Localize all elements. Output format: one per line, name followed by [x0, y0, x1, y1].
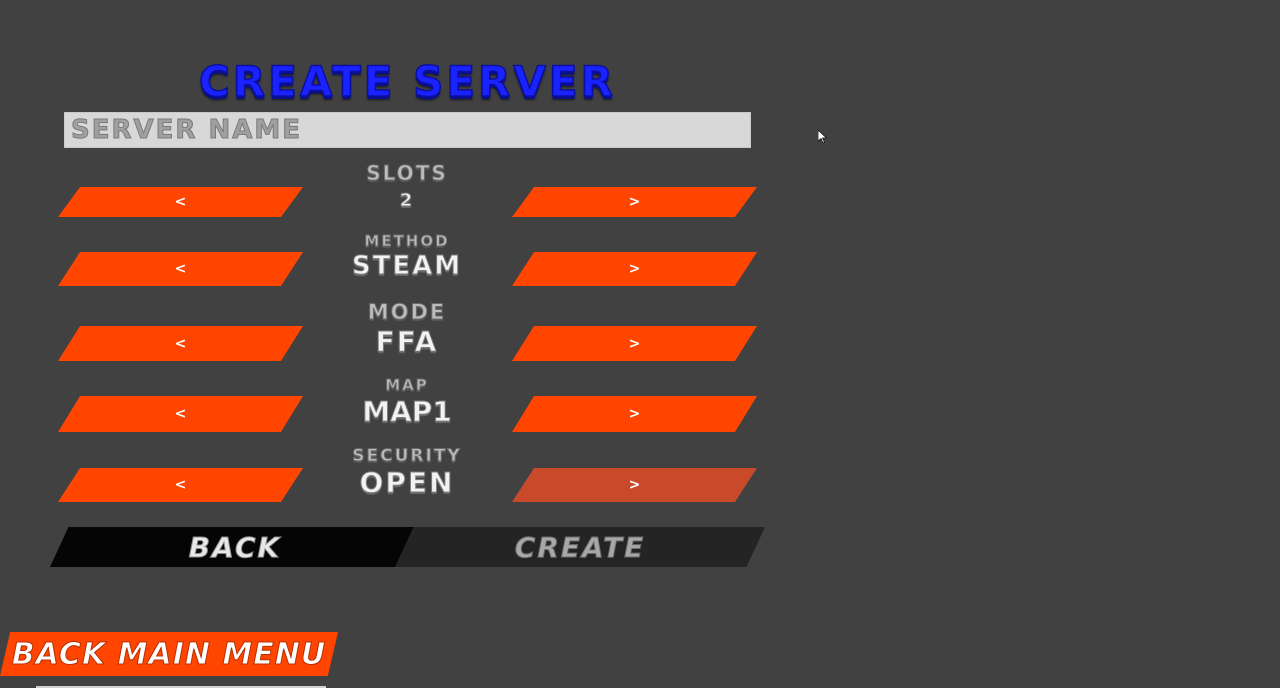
back-main-menu-button[interactable]: BACK MAIN MENU [0, 632, 338, 676]
mode-prev-button[interactable]: < [58, 326, 303, 361]
slots-next-button[interactable]: > [512, 187, 757, 217]
mode-label: MODE [367, 300, 447, 325]
method-next-button[interactable]: > [512, 252, 757, 286]
slots-label: SLOTS [366, 161, 448, 186]
method-label: METHOD [364, 232, 450, 251]
security-value: OPEN [359, 466, 455, 500]
mouse-pointer-icon [818, 130, 828, 144]
security-next-button[interactable]: > [512, 468, 757, 502]
action-bar: BACK CREATE [50, 527, 765, 567]
server-name-input[interactable] [64, 112, 751, 148]
map-label: MAP [385, 376, 429, 395]
create-server-screen: CREATE SERVER < SLOTS 2 > < METHOD STEAM… [0, 0, 1280, 688]
method-prev-button[interactable]: < [58, 252, 303, 286]
create-button[interactable]: CREATE [395, 527, 765, 567]
slots-value: 2 [399, 190, 415, 212]
security-label: SECURITY [352, 446, 462, 467]
mode-value: FFA [375, 325, 439, 359]
page-title: CREATE SERVER [198, 56, 616, 107]
mode-next-button[interactable]: > [512, 326, 757, 361]
map-next-button[interactable]: > [512, 396, 757, 432]
method-value: STEAM [351, 251, 463, 282]
map-value: MAP1 [362, 395, 453, 429]
map-prev-button[interactable]: < [58, 396, 303, 432]
slots-prev-button[interactable]: < [58, 187, 303, 217]
back-button[interactable]: BACK [50, 527, 420, 567]
security-prev-button[interactable]: < [58, 468, 303, 502]
